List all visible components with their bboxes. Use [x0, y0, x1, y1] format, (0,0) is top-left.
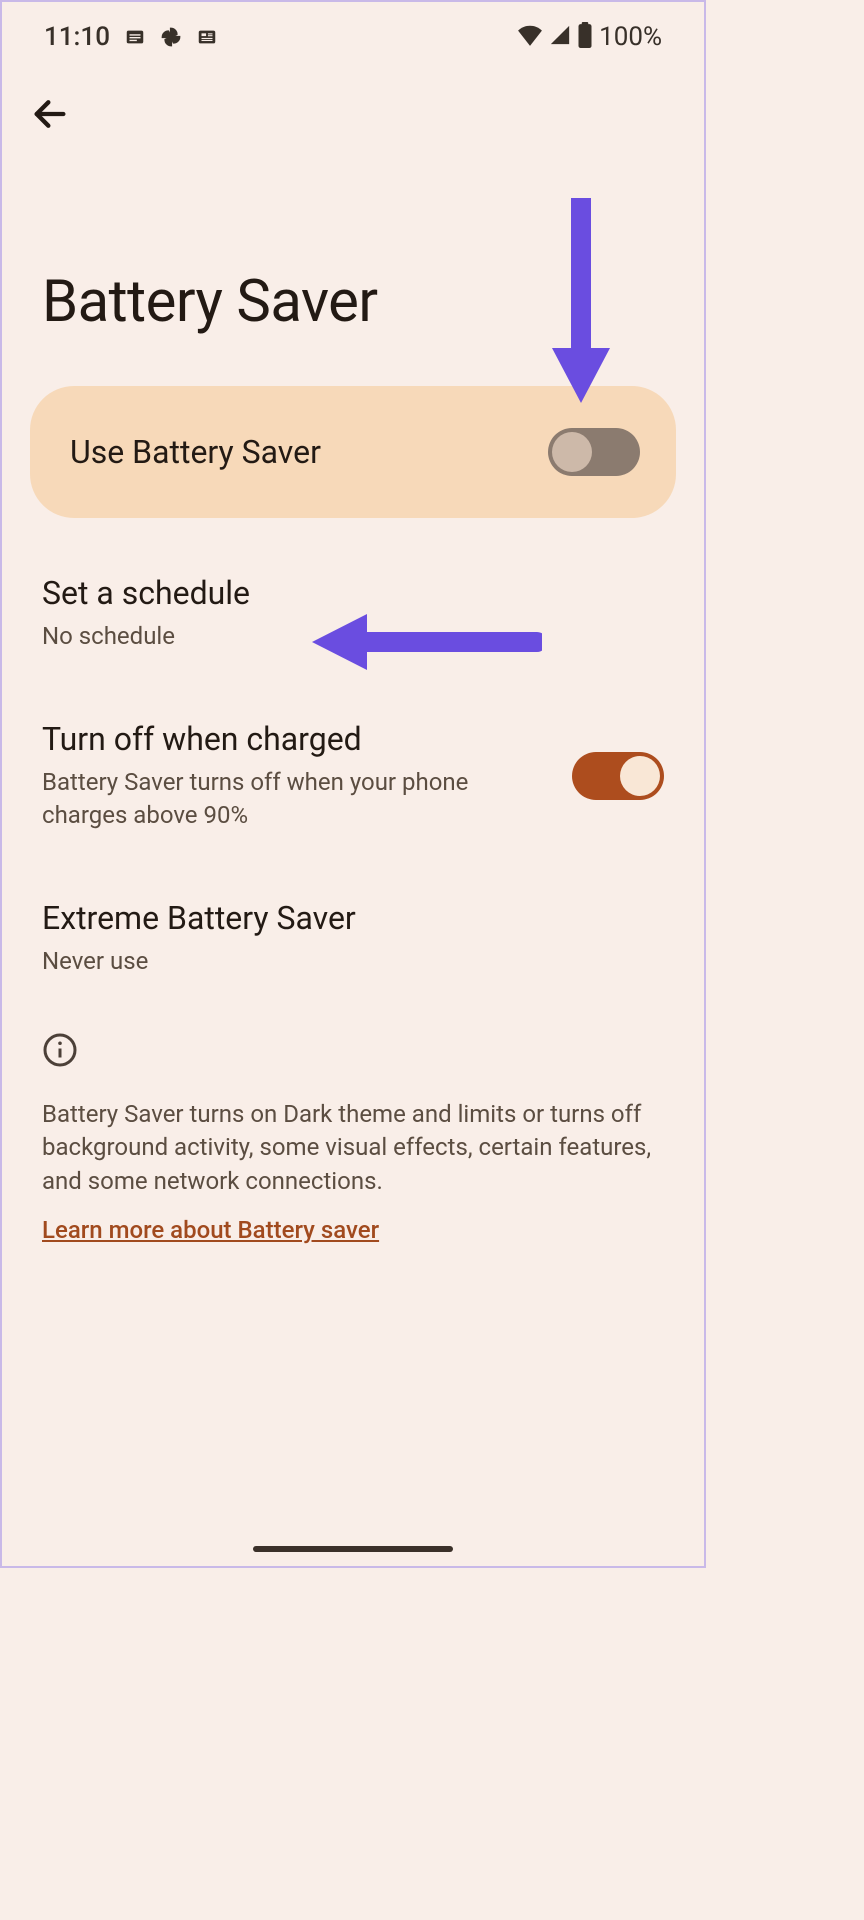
pinwheel-icon — [160, 26, 182, 48]
extreme-battery-saver-row[interactable]: Extreme Battery Saver Never use — [2, 865, 704, 1011]
turn-off-when-charged-toggle[interactable] — [572, 752, 664, 800]
cell-signal-icon — [549, 24, 571, 50]
battery-icon — [577, 22, 593, 52]
use-battery-saver-label: Use Battery Saver — [70, 433, 321, 471]
nav-handle[interactable] — [253, 1546, 453, 1552]
extreme-title: Extreme Battery Saver — [42, 899, 356, 937]
info-text: Battery Saver turns on Dark theme and li… — [42, 1098, 664, 1199]
messages-icon — [124, 26, 146, 48]
news-icon — [196, 26, 218, 48]
set-schedule-subtitle: No schedule — [42, 620, 250, 652]
turn-off-subtitle: Battery Saver turns off when your phone … — [42, 766, 512, 831]
turn-off-title: Turn off when charged — [42, 720, 512, 758]
back-button[interactable] — [30, 119, 70, 138]
page-title: Battery Saver — [2, 138, 704, 386]
battery-percent: 100% — [599, 22, 662, 52]
turn-off-when-charged-row[interactable]: Turn off when charged Battery Saver turn… — [2, 686, 704, 865]
status-left: 11:10 — [44, 22, 218, 52]
status-right: 100% — [517, 22, 662, 52]
set-schedule-title: Set a schedule — [42, 574, 250, 612]
wifi-icon — [517, 24, 543, 50]
status-bar: 11:10 100% — [2, 2, 704, 62]
use-battery-saver-row[interactable]: Use Battery Saver — [30, 386, 676, 518]
info-icon — [42, 1032, 664, 1072]
status-time: 11:10 — [44, 22, 110, 52]
use-battery-saver-toggle[interactable] — [548, 428, 640, 476]
extreme-subtitle: Never use — [42, 945, 356, 977]
info-section: Battery Saver turns on Dark theme and li… — [2, 1012, 704, 1245]
set-schedule-row[interactable]: Set a schedule No schedule — [2, 518, 704, 686]
learn-more-link[interactable]: Learn more about Battery saver — [42, 1216, 379, 1244]
